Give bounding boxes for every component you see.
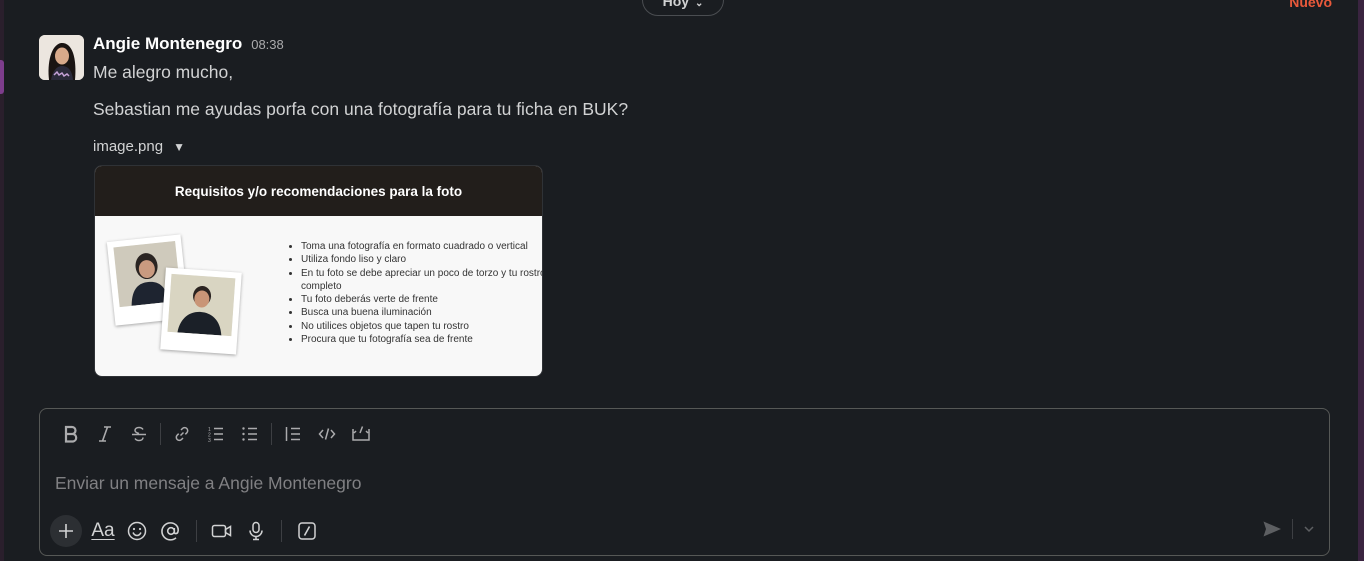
- svg-text:3: 3: [208, 438, 211, 443]
- file-name: image.png: [93, 138, 164, 155]
- code-icon[interactable]: [310, 421, 344, 447]
- formatting-toolbar: 123: [54, 421, 378, 447]
- list-item: Busca una buena iluminación: [301, 306, 542, 319]
- author-name[interactable]: Angie Montenegro: [93, 34, 242, 54]
- message-input[interactable]: Enviar un mensaje a Angie Montenegro: [55, 473, 361, 494]
- italic-icon[interactable]: [88, 421, 122, 447]
- message-text-line: Me alegro mucho,: [93, 62, 234, 82]
- send-separator: [1292, 519, 1293, 539]
- polaroid-photo: [160, 267, 242, 355]
- toolbar-separator: [160, 423, 161, 445]
- emoji-icon[interactable]: [120, 515, 154, 547]
- image-attachment[interactable]: Requisitos y/o recomendaciones para la f…: [94, 165, 543, 377]
- blockquote-icon[interactable]: [276, 421, 310, 447]
- composer-actions: Aa: [50, 515, 324, 547]
- date-divider-label: Hoy: [662, 0, 690, 9]
- formatting-label: Aa: [91, 520, 115, 541]
- list-item: Toma una fotografía en formato cuadrado …: [301, 240, 542, 253]
- date-divider-button[interactable]: Hoy ⌄: [642, 0, 724, 16]
- sidebar-active-indicator: [0, 60, 4, 94]
- right-edge: [1358, 0, 1364, 561]
- mention-icon[interactable]: [154, 515, 188, 547]
- attachment-title: Requisitos y/o recomendaciones para la f…: [95, 166, 542, 216]
- requirements-list: Toma una fotografía en formato cuadrado …: [287, 240, 542, 346]
- message-header: Angie Montenegro 08:38: [93, 34, 284, 54]
- chevron-down-icon[interactable]: [1303, 524, 1315, 534]
- bold-icon[interactable]: [54, 421, 88, 447]
- chevron-down-icon: ⌄: [695, 0, 704, 9]
- code-block-icon[interactable]: [344, 421, 378, 447]
- list-item: Utiliza fondo liso y claro: [301, 253, 542, 266]
- link-icon[interactable]: [165, 421, 199, 447]
- video-clip-icon[interactable]: [205, 515, 239, 547]
- list-item: No utilices objetos que tapen tu rostro: [301, 320, 542, 333]
- message-timestamp[interactable]: 08:38: [251, 37, 284, 52]
- send-icon[interactable]: [1262, 520, 1282, 538]
- formatting-toggle-button[interactable]: Aa: [86, 515, 120, 547]
- bulleted-list-icon[interactable]: [233, 421, 267, 447]
- list-item: Procura que tu fotografía sea de frente: [301, 333, 542, 346]
- microphone-icon[interactable]: [239, 515, 273, 547]
- avatar[interactable]: [39, 35, 84, 80]
- file-toggle[interactable]: image.png ▼: [93, 138, 185, 155]
- toolbar-separator: [271, 423, 272, 445]
- message-text-line: Sebastian me ayudas porfa con una fotogr…: [93, 99, 629, 119]
- new-messages-label: Nuevo: [1289, 0, 1332, 10]
- plus-icon[interactable]: [50, 515, 82, 547]
- ordered-list-icon[interactable]: 123: [199, 421, 233, 447]
- list-item: Tu foto deberás verte de frente: [301, 293, 542, 306]
- slash-command-icon[interactable]: [290, 515, 324, 547]
- list-item: En tu foto se debe apreciar un poco de t…: [301, 267, 542, 294]
- strikethrough-icon[interactable]: [122, 421, 156, 447]
- person-photo: [167, 273, 236, 337]
- caret-down-icon: ▼: [173, 139, 185, 154]
- avatar-image: [39, 35, 84, 80]
- message-composer[interactable]: 123 Enviar un mensaje a Angie Montenegro…: [39, 408, 1330, 556]
- send-controls: [1262, 519, 1315, 539]
- toolbar-separator: [281, 520, 282, 542]
- toolbar-separator: [196, 520, 197, 542]
